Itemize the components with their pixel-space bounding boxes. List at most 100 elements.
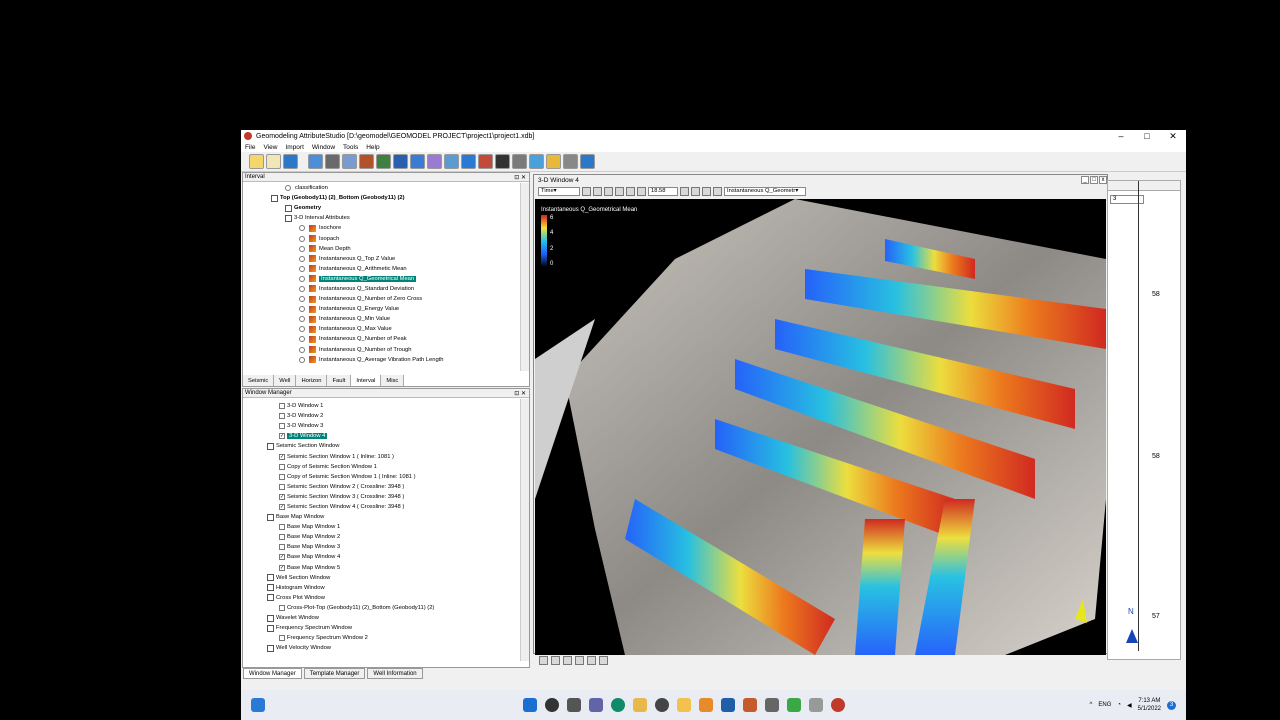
interval-tree-item[interactable]: Top (Geobody11) (2)_Bottom (Geobody11) (…	[243, 193, 519, 203]
radio-button[interactable]	[299, 346, 305, 353]
toolbar-button-icon[interactable]	[376, 154, 391, 169]
toolbar-button-icon[interactable]	[444, 154, 459, 169]
toolbar-button-icon[interactable]	[249, 154, 264, 169]
checkbox[interactable]: ✓	[279, 564, 285, 571]
radio-button[interactable]	[299, 306, 305, 313]
panel-controls[interactable]: ⊡ ✕	[514, 390, 529, 397]
radio-button[interactable]	[299, 356, 305, 363]
folder-icon[interactable]	[677, 698, 691, 712]
checkbox[interactable]: ✓	[279, 503, 285, 510]
toolbar-button-icon[interactable]	[359, 154, 374, 169]
window-manager-item[interactable]: ✓ Base Map Window 4	[243, 552, 519, 562]
app-icon[interactable]	[765, 698, 779, 712]
checkbox[interactable]	[279, 544, 285, 551]
interval-tree-item[interactable]: Isopach	[243, 233, 519, 243]
window-manager-item[interactable]: Seismic Section Window	[243, 441, 519, 451]
radio-button[interactable]	[299, 326, 305, 333]
toolbar-button-icon[interactable]	[529, 154, 544, 169]
checkbox[interactable]: ✓	[279, 554, 285, 561]
checkbox[interactable]: ✓	[279, 493, 285, 500]
zoom-field[interactable]: 18.58	[648, 186, 678, 196]
toolbar-button-icon[interactable]	[478, 154, 493, 169]
checkbox[interactable]: ✓	[279, 433, 285, 440]
window-manager-item[interactable]: Wavelet Window	[243, 613, 519, 623]
search-icon[interactable]	[545, 698, 559, 712]
panel-controls[interactable]: ⊡ ✕	[514, 174, 529, 181]
window-manager-item[interactable]: ✓ Base Map Window 5	[243, 563, 519, 573]
radio-button[interactable]	[299, 275, 305, 282]
3d-max-button[interactable]: □	[1090, 176, 1098, 184]
camtasia-icon[interactable]	[787, 698, 801, 712]
radio-button[interactable]	[299, 336, 305, 343]
radio-button[interactable]	[299, 235, 305, 242]
window-manager-item[interactable]: Copy of Seismic Section Window 1	[243, 462, 519, 472]
checkbox[interactable]	[279, 403, 285, 410]
grid-icon[interactable]	[691, 186, 700, 196]
3d-close-button[interactable]: x	[1099, 176, 1107, 184]
window-manager-item[interactable]: Frequency Spectrum Window 2	[243, 633, 519, 643]
radio-button[interactable]	[299, 316, 305, 323]
toolbar-button-icon[interactable]	[393, 154, 408, 169]
checkbox[interactable]	[279, 635, 285, 642]
chevron-up-icon[interactable]: ^	[1090, 702, 1093, 708]
tool-icon[interactable]	[575, 655, 584, 665]
maximize-button[interactable]: □	[1134, 131, 1160, 142]
start-icon[interactable]	[523, 698, 537, 712]
checkbox[interactable]	[279, 473, 285, 480]
checkbox[interactable]	[279, 534, 285, 541]
toolbar-button-icon[interactable]	[495, 154, 510, 169]
wm-scrollbar[interactable]	[520, 399, 529, 661]
geomodeling-icon[interactable]	[831, 698, 845, 712]
toolbar-button-icon[interactable]	[308, 154, 323, 169]
interval-tree-item[interactable]: Instantaneous Q_Number of Trough	[243, 345, 519, 355]
menu-item-import[interactable]: Import	[281, 144, 307, 151]
window-manager-item[interactable]: ✓ 3-D Window 4	[243, 431, 519, 441]
home-icon[interactable]	[615, 186, 624, 196]
window-manager-item[interactable]: ✓ Seismic Section Window 1 ( Inline: 1081…	[243, 451, 519, 461]
interval-tree-item[interactable]: Instantaneous Q_Average Vibration Path L…	[243, 355, 519, 365]
menu-item-tools[interactable]: Tools	[339, 144, 362, 151]
menu-item-help[interactable]: Help	[362, 144, 383, 151]
pan-icon[interactable]	[582, 186, 591, 196]
menu-item-window[interactable]: Window	[308, 144, 339, 151]
interval-tree-item[interactable]: Instantaneous Q_Standard Deviation	[243, 284, 519, 294]
view-icon[interactable]	[626, 186, 635, 196]
wifi-icon[interactable]: ◔	[1117, 702, 1121, 708]
explorer-icon[interactable]	[633, 698, 647, 712]
radio-button[interactable]	[299, 255, 305, 262]
word-icon[interactable]	[721, 698, 735, 712]
interval-tree-item[interactable]: Instantaneous Q_Number of Peak	[243, 334, 519, 344]
toolbar-button-icon[interactable]	[283, 154, 298, 169]
window-manager-item[interactable]: Copy of Seismic Section Window 1 ( Inlin…	[243, 472, 519, 482]
window-manager-item[interactable]: Seismic Section Window 2 ( Crossline: 39…	[243, 482, 519, 492]
window-manager-item[interactable]: 3-D Window 2	[243, 411, 519, 421]
toolbar-button-icon[interactable]	[461, 154, 476, 169]
interval-scrollbar[interactable]	[520, 183, 529, 371]
window-manager-item[interactable]: 3-D Window 1	[243, 401, 519, 411]
interval-tree-item[interactable]: Isochore	[243, 223, 519, 233]
interval-tree-item[interactable]: 3-D Interval Attributes	[243, 213, 519, 223]
chat-icon[interactable]	[589, 698, 603, 712]
tool-icon[interactable]	[551, 655, 560, 665]
tool-icon[interactable]	[563, 655, 572, 665]
volume-icon[interactable]: ◀	[1127, 702, 1132, 709]
minimize-button[interactable]: –	[1108, 131, 1134, 142]
toolbar-button-icon[interactable]	[342, 154, 357, 169]
checkbox[interactable]	[279, 483, 285, 490]
light-icon[interactable]	[637, 186, 646, 196]
menu-item-file[interactable]: File	[241, 144, 259, 151]
radio-button[interactable]	[299, 265, 305, 272]
window-manager-item[interactable]: Base Map Window 2	[243, 532, 519, 542]
window-manager-item[interactable]: Base Map Window 3	[243, 542, 519, 552]
window-manager-item[interactable]: ✓ Seismic Section Window 4 ( Crossline: 3…	[243, 502, 519, 512]
radio-button[interactable]	[299, 285, 305, 292]
domain-select[interactable]: Time ▾	[538, 186, 580, 196]
app-icon[interactable]	[809, 698, 823, 712]
interval-tree-item[interactable]: classification	[243, 183, 519, 193]
toolbar-button-icon[interactable]	[410, 154, 425, 169]
interval-tree-item[interactable]: Instantaneous Q_Arithmetic Mean	[243, 264, 519, 274]
tab-interval[interactable]: Interval	[351, 375, 382, 386]
3d-viewport[interactable]: Instantaneous Q_Geometrical Mean 6 4 2 0	[535, 199, 1106, 655]
window-manager-item[interactable]: Frequency Spectrum Window	[243, 623, 519, 633]
tab-well[interactable]: Well	[274, 375, 297, 386]
